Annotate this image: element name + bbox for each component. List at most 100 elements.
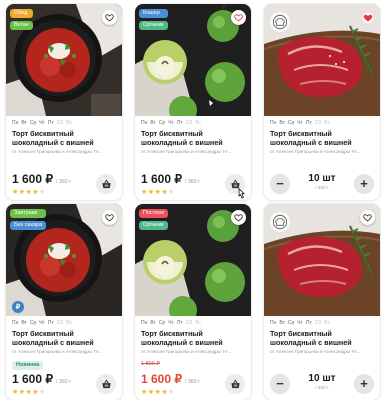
add-to-cart-button[interactable]: [225, 374, 245, 394]
product-card[interactable]: Обед Веган Пн Вт Ср Чт Пт Сб Вс Торт бис…: [6, 4, 122, 200]
day-label: Чт: [297, 120, 303, 126]
product-grid: Обед Веган Пн Вт Ср Чт Пт Сб Вс Торт бис…: [0, 0, 382, 400]
price-line: 1 600 ₽ / 360 г: [12, 172, 71, 186]
day-label: Пт: [305, 320, 312, 326]
heart-filled-icon: [362, 12, 373, 23]
favorite-button[interactable]: [360, 210, 375, 225]
favorite-button[interactable]: [359, 9, 376, 26]
badge-group: Обед Веган: [10, 9, 33, 30]
basket-icon: [101, 179, 111, 188]
product-title[interactable]: Торт бисквитный шоколадный с вишней: [12, 329, 118, 347]
basket-icon: [230, 379, 240, 388]
day-label: Сб: [314, 320, 322, 326]
price-line: 1 600 ₽ / 360 г: [141, 172, 200, 186]
day-label: Пн: [12, 320, 19, 326]
day-label: Сб: [56, 320, 64, 326]
decrease-quantity-button[interactable]: −: [270, 374, 290, 394]
add-to-cart-button[interactable]: [96, 174, 116, 194]
day-label: Ср: [287, 320, 295, 326]
day-label: Чт: [168, 120, 174, 126]
favorite-button[interactable]: [231, 210, 246, 225]
chef-hat-icon: [272, 214, 288, 230]
heart-outline-icon: [234, 14, 243, 22]
rating-stars: ★★★★★: [12, 189, 46, 196]
badge-lenten: Постное: [139, 209, 169, 218]
product-chefs: от Алексея Григорьева и Александры Те...: [141, 349, 232, 354]
day-label: Вс: [195, 320, 202, 326]
quantity-value: 10 шт: [308, 173, 336, 184]
rating-stars: ★★★★★: [141, 389, 175, 396]
product-card[interactable]: Пн Вт Ср Чт Пт Сб Вс Торт бисквитный шок…: [264, 4, 380, 200]
day-label: Ср: [29, 120, 37, 126]
day-label: Вт: [21, 120, 27, 126]
mouse-pointer-icon: [238, 188, 245, 199]
badge-kosher: Кошер: [139, 9, 168, 18]
basket-icon: [101, 379, 111, 388]
rating-stars: ★★★★★: [141, 189, 175, 196]
day-label: Пт: [176, 120, 183, 126]
product-title[interactable]: Торт бисквитный шоколадный с вишней: [270, 329, 376, 347]
product-chefs: от Алексея Григорьева и Александры Те...: [270, 349, 361, 354]
day-label: Вт: [279, 320, 285, 326]
badge-sugar-free: Без сахара: [10, 221, 47, 230]
badge-vegan: Веган: [10, 21, 33, 30]
product-chefs: от Алексея Григорьева и Александры Те...: [270, 149, 361, 154]
add-to-cart-button[interactable]: [96, 374, 116, 394]
favorite-button[interactable]: [102, 10, 117, 25]
day-label: Сб: [314, 120, 322, 126]
product-card[interactable]: Пн Вт Ср Чт Пт Сб Вс Торт бисквитный шок…: [264, 204, 380, 400]
quantity-weight: / 600 г: [315, 186, 329, 191]
product-title[interactable]: Торт бисквитный шоколадный с вишней: [12, 129, 118, 147]
weekday-availability: Пн Вт Ср Чт Пт Сб Вс: [12, 320, 72, 326]
quantity-stepper: − 10 шт / 600 г +: [270, 372, 374, 396]
price-unit: / 360 г: [56, 379, 71, 385]
weekday-availability: Пн Вт Ср Чт Пт Сб Вс: [270, 120, 330, 126]
day-label: Вс: [66, 320, 73, 326]
sale-price: 1 600 ₽: [141, 372, 182, 386]
increase-quantity-button[interactable]: +: [354, 374, 374, 394]
weekday-availability: Пн Вт Ср Чт Пт Сб Вс: [12, 120, 72, 126]
price: 1 600 ₽: [12, 372, 53, 386]
product-title[interactable]: Торт бисквитный шоколадный с вишней: [141, 329, 247, 347]
day-label: Вт: [150, 320, 156, 326]
day-label: Пт: [47, 120, 54, 126]
day-label: Пн: [141, 320, 148, 326]
heart-outline-icon: [105, 214, 114, 222]
day-label: Вт: [279, 120, 285, 126]
day-label: Вт: [21, 320, 27, 326]
day-label: Сб: [185, 120, 193, 126]
product-card[interactable]: Кошер Органик Пн Вт Ср Чт Пт Сб Вс Торт …: [135, 4, 251, 200]
chef-hat-icon: [272, 14, 288, 30]
decrease-quantity-button[interactable]: −: [270, 174, 290, 194]
heart-outline-icon: [105, 14, 114, 22]
day-label: Пн: [141, 120, 148, 126]
price-unit: / 360 г: [56, 179, 71, 185]
favorite-button[interactable]: [231, 10, 246, 25]
badge-organic: Органик: [139, 221, 169, 230]
product-title[interactable]: Торт бисквитный шоколадный с вишней: [141, 129, 247, 147]
favorite-button[interactable]: [102, 210, 117, 225]
price-line: 1 600 ₽ / 360 г: [12, 372, 71, 386]
day-label: Чт: [39, 120, 45, 126]
day-label: Пн: [270, 320, 277, 326]
day-label: Ср: [29, 320, 37, 326]
product-card[interactable]: Завтраки Без сахара ₽ Пн Вт Ср Чт Пт Сб …: [6, 204, 122, 400]
product-card[interactable]: Постное Органик Пн Вт Ср Чт Пт Сб Вс Тор…: [135, 204, 251, 400]
weekday-availability: Пн Вт Ср Чт Пт Сб Вс: [141, 120, 201, 126]
old-price: 1 800 ₽: [141, 361, 160, 367]
day-label: Вс: [66, 120, 73, 126]
price: 1 600 ₽: [12, 172, 53, 186]
new-tag: Новинка: [12, 361, 44, 370]
day-label: Пт: [305, 120, 312, 126]
increase-quantity-button[interactable]: +: [354, 174, 374, 194]
day-label: Вс: [195, 120, 202, 126]
day-label: Сб: [56, 120, 64, 126]
quantity-value: 10 шт: [308, 373, 336, 384]
product-chefs: от Алексея Григорьева и Александры Те...: [12, 149, 103, 154]
product-title[interactable]: Торт бисквитный шоколадный с вишней: [270, 129, 376, 147]
day-label: Чт: [168, 320, 174, 326]
day-label: Чт: [39, 320, 45, 326]
price-unit: / 360 г: [185, 379, 200, 385]
ruble-icon: ₽: [12, 301, 24, 313]
day-label: Пт: [47, 320, 54, 326]
